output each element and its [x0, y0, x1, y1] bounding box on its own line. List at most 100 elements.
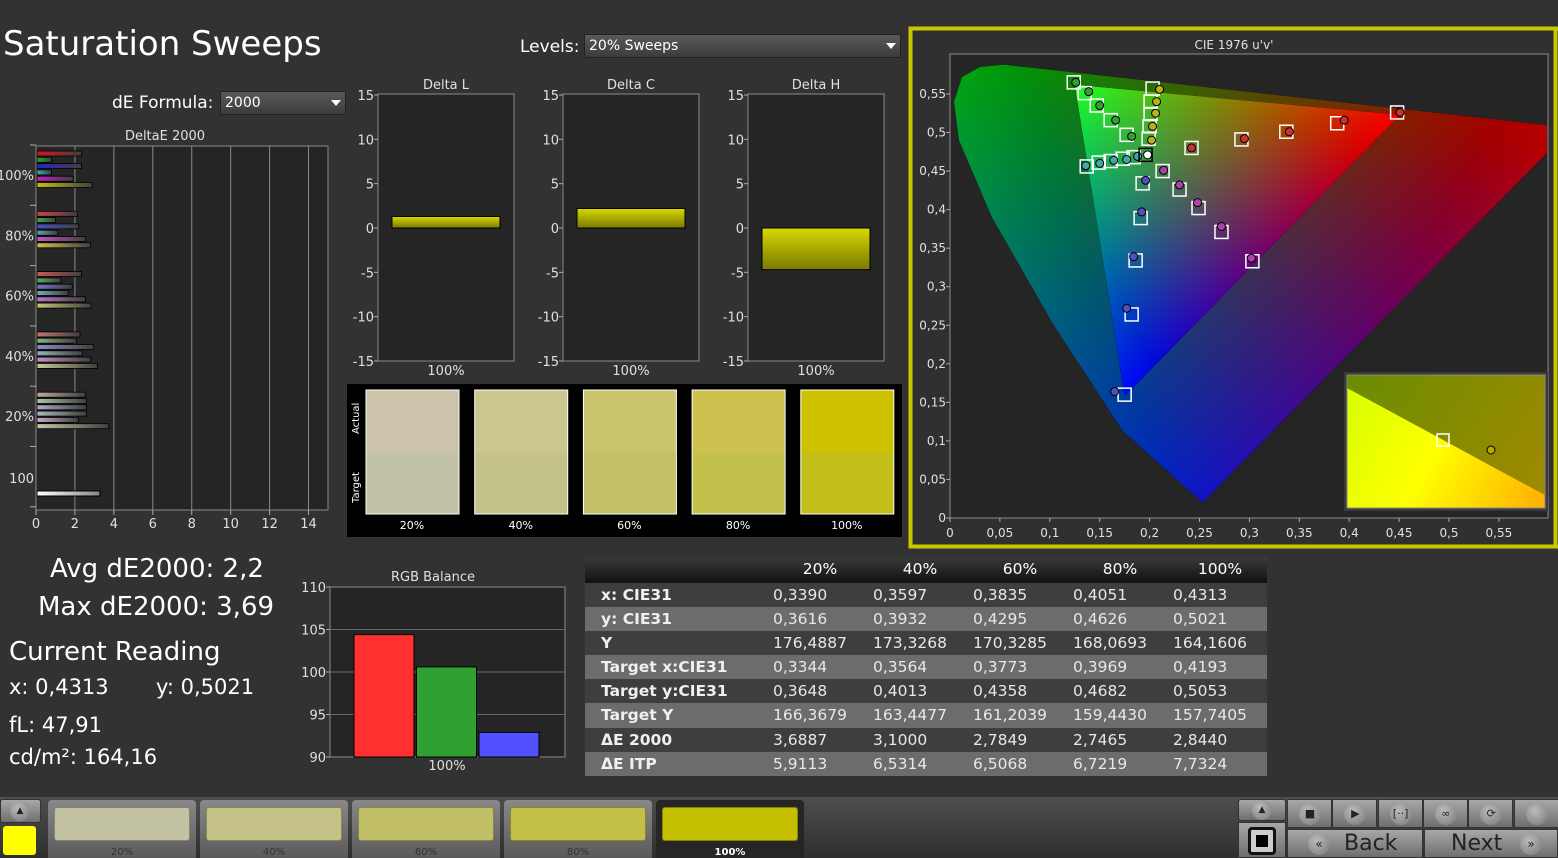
swatch-label: 60% [617, 519, 641, 532]
measured-marker [1122, 154, 1132, 164]
current-y: y: 0,5021 [156, 675, 255, 699]
level-tile[interactable]: 80% [504, 800, 652, 858]
current-cdm2: cd/m²: 164,16 [9, 745, 158, 769]
next-button[interactable]: Next » [1424, 829, 1558, 858]
actual-label: Actual [351, 403, 362, 434]
double-chevron-right-icon: » [1520, 833, 1542, 855]
deltae-bar [36, 210, 79, 217]
table-cell: 6,5314 [873, 754, 928, 773]
actual-swatch [583, 390, 677, 453]
measured-marker [1148, 121, 1158, 131]
bottom-toolbar: ▲ 20% 40% 60% 80% 100% ▲ ■ ▶ [··] ∞ ⟳ « Back Nex… [0, 797, 1558, 858]
chevron-up-icon: ▲ [1252, 800, 1272, 820]
category-label: 100% [428, 759, 465, 774]
actual-swatch [692, 390, 786, 453]
back-button[interactable]: « Back [1287, 829, 1423, 858]
max-de: Max dE2000: 3,69 [38, 592, 275, 622]
loop-button[interactable]: ∞ [1422, 799, 1468, 828]
table-cell: 161,2039 [973, 706, 1047, 725]
table-cell: 0,4295 [973, 610, 1028, 629]
table-cell: 163,4477 [873, 706, 947, 725]
y-tick-label: 95 [309, 709, 326, 724]
table-cell: 0,4682 [1073, 682, 1128, 701]
table-cell: 170,3285 [973, 634, 1047, 653]
page-title: Saturation Sweeps [3, 24, 322, 64]
y-tick-label: -5 [546, 266, 559, 281]
x-tick-label: 8 [188, 517, 196, 532]
group-label: 80% [5, 229, 34, 244]
refresh-button[interactable]: ⟳ [1468, 799, 1514, 828]
level-tile[interactable]: 40% [200, 800, 348, 858]
table-cell: 0,3773 [973, 658, 1028, 677]
measured-marker [1246, 253, 1256, 263]
deltae-bar [36, 242, 91, 249]
level-tile[interactable]: 20% [48, 800, 196, 858]
y-tick-label: 0 [938, 511, 946, 525]
y-tick-label: 5 [366, 178, 374, 193]
scroll-up-button[interactable]: ▲ [0, 799, 41, 823]
table-cell: 0,3344 [773, 658, 828, 677]
range-bracket-icon: [··] [1389, 803, 1412, 825]
delta-l-bar [391, 215, 501, 229]
level-tile[interactable]: 100% [656, 800, 804, 858]
target-swatch [366, 453, 459, 514]
table-row: ΔE ITP 5,9113 6,5314 6,5068 6,7219 7,7324 [585, 751, 1267, 776]
deltae-bar [36, 337, 77, 344]
de-formula-select[interactable]: 2000 [220, 91, 346, 115]
current-fl: fL: 47,91 [9, 713, 102, 737]
deltae-bar [36, 156, 52, 163]
deltae-bar [36, 344, 95, 350]
level-label: 20% [110, 847, 134, 858]
column-header: 100% [1197, 560, 1243, 578]
level-label: 60% [414, 847, 438, 858]
swatch-label: 20% [400, 519, 424, 532]
de-formula-label: dE Formula: [112, 93, 214, 113]
stop-button[interactable]: ■ [1287, 799, 1332, 828]
column-header: 60% [1002, 560, 1038, 578]
blank-circle-icon [1525, 803, 1548, 825]
measured-marker [1095, 101, 1105, 111]
measured-marker [1284, 127, 1294, 137]
table-cell: 0,5021 [1173, 610, 1228, 629]
row-label: Y [601, 634, 613, 653]
white-measured-marker [1143, 150, 1153, 160]
row-label: Target y:CIE31 [601, 682, 728, 701]
x-tick-label: 0,3 [1240, 526, 1259, 540]
extra-button[interactable] [1513, 799, 1558, 828]
chevron-down-icon [886, 43, 896, 49]
range-button[interactable]: [··] [1377, 799, 1423, 828]
actual-swatch [800, 390, 894, 453]
red-bar [353, 634, 415, 758]
y-tick-label: 0,55 [919, 87, 946, 101]
target-label: Target [351, 472, 362, 504]
table-cell: 164,1606 [1173, 634, 1247, 653]
levels-value: 20% Sweeps [589, 38, 679, 54]
x-tick-label: 0,5 [1439, 526, 1458, 540]
deltae-bar [36, 350, 83, 357]
table-cell: 157,7405 [1173, 706, 1247, 725]
y-tick-label: -10 [538, 311, 559, 326]
levels-select[interactable]: 20% Sweeps [584, 34, 901, 58]
actual-swatch [366, 390, 459, 453]
stop-measure-button[interactable] [1238, 822, 1286, 858]
y-tick-label: 0,45 [919, 164, 946, 178]
measured-marker [1339, 115, 1349, 125]
y-tick-label: 0,2 [927, 357, 946, 371]
actual-swatch [474, 390, 568, 453]
deltae-bar [36, 163, 82, 170]
play-button[interactable]: ▶ [1332, 799, 1378, 828]
x-tick-label: 0 [32, 517, 40, 532]
current-x: x: 0,4313 [9, 675, 109, 699]
scroll-up-button-right[interactable]: ▲ [1238, 799, 1286, 821]
table-cell: 0,4313 [1173, 586, 1228, 604]
level-tile[interactable]: 60% [352, 800, 500, 858]
table-cell: 0,3597 [873, 586, 928, 604]
zoom-inset [1344, 372, 1548, 511]
measured-marker [1129, 252, 1139, 262]
measured-marker [1081, 161, 1091, 171]
y-tick-label: 5 [736, 178, 744, 193]
table-cell: 2,7465 [1073, 730, 1128, 749]
deltae-bar [36, 416, 79, 423]
table-cell: 2,8440 [1173, 730, 1228, 749]
x-tick-label: 0,35 [1286, 526, 1313, 540]
